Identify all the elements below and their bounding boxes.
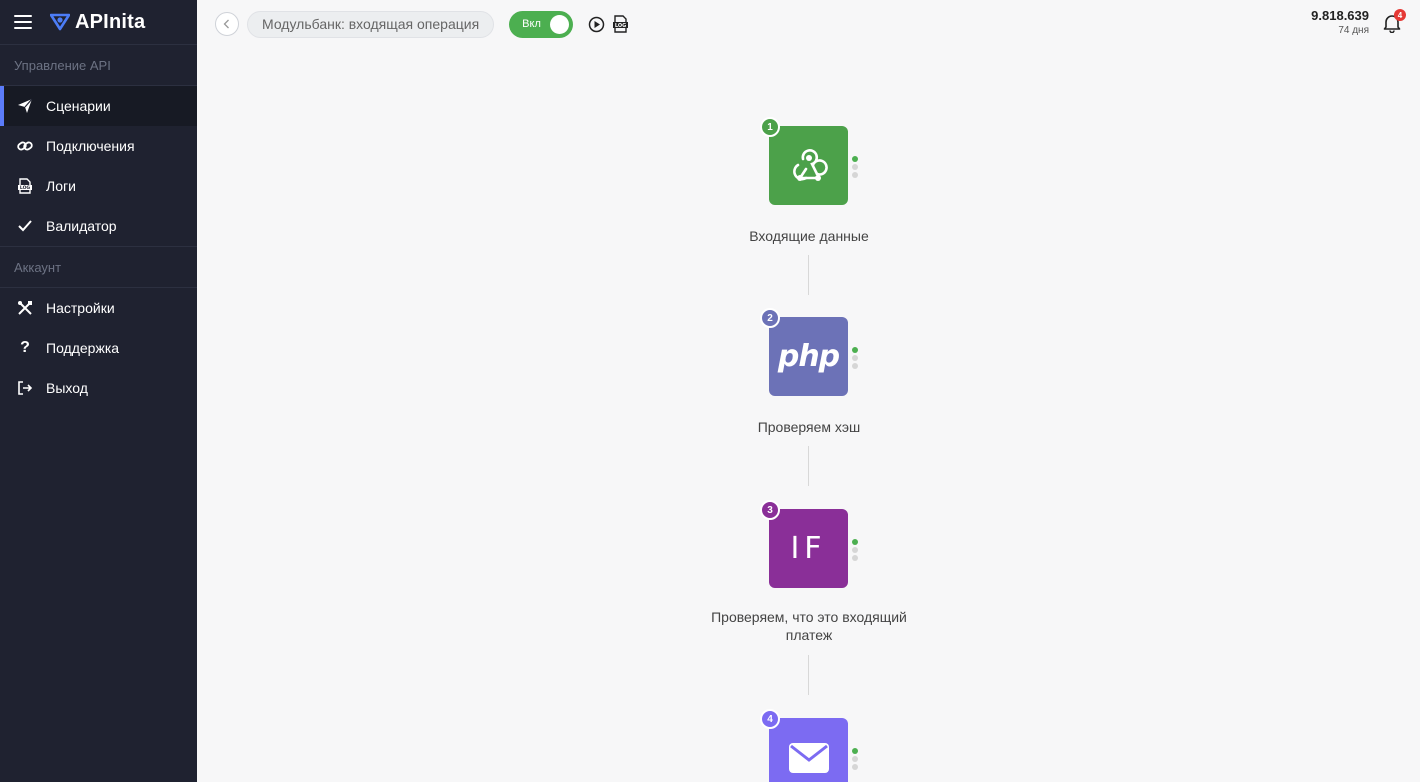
connector — [808, 655, 809, 695]
notifications-button[interactable]: 4 — [1382, 9, 1406, 34]
sidebar-item-support[interactable]: ? Поддержка — [0, 328, 197, 368]
flow-node-webhook[interactable]: 1 — [760, 117, 858, 205]
check-icon — [16, 217, 34, 235]
flow-node-php[interactable]: 2 php — [760, 308, 858, 396]
sidebar-section-api: Управление API — [14, 57, 111, 73]
sidebar-header: APInita — [0, 0, 197, 45]
sidebar: APInita Управление API Сценарии Подключе… — [0, 0, 197, 782]
chevron-left-icon — [223, 19, 229, 29]
scenario-canvas: 1 Входящие данные 2 php Проверяем хэш 3 … — [197, 48, 1420, 782]
menu-icon[interactable] — [14, 15, 32, 29]
apinita-logo-icon — [50, 13, 70, 31]
node-status-dots — [852, 347, 858, 369]
node-label: Проверяем хэш — [757, 419, 861, 435]
sidebar-item-scenarios[interactable]: Сценарии — [0, 86, 197, 126]
sidebar-item-settings[interactable]: Настройки — [0, 288, 197, 328]
sidebar-item-logs[interactable]: LOG Логи — [0, 166, 197, 206]
node-status-dots — [852, 748, 858, 770]
notification-badge: 4 — [1394, 9, 1406, 21]
sidebar-item-label: Выход — [46, 380, 88, 396]
connector — [808, 255, 809, 295]
if-icon: IF — [790, 531, 827, 566]
sidebar-item-logout[interactable]: Выход — [0, 368, 197, 408]
send-icon — [16, 97, 34, 115]
sidebar-item-validator[interactable]: Валидатор — [0, 206, 197, 246]
node-number: 2 — [760, 308, 780, 328]
app-name: APInita — [75, 10, 146, 33]
webhook-icon — [792, 148, 828, 181]
sidebar-item-label: Сценарии — [46, 98, 111, 114]
toggle-label: Вкл — [522, 17, 541, 30]
scenario-name-input[interactable]: Модульбанк: входящая операция — [247, 10, 495, 38]
sidebar-item-label: Логи — [46, 178, 76, 194]
topbar: Модульбанк: входящая операция Вкл LOG 9.… — [197, 0, 1420, 48]
flow-node-if[interactable]: 3 IF — [760, 500, 858, 588]
toggle-knob — [550, 14, 570, 34]
node-number: 4 — [760, 709, 780, 729]
svg-text:LOG: LOG — [20, 185, 31, 191]
flow-node-email[interactable]: 4 — [760, 709, 858, 782]
logout-icon — [16, 379, 34, 397]
connector — [808, 446, 809, 486]
envelope-icon — [788, 742, 829, 773]
node-label: Проверяем, что это входящий платеж — [711, 609, 907, 643]
days-left: 74 дня — [1338, 25, 1369, 36]
sidebar-section-account: Аккаунт — [14, 259, 62, 275]
sidebar-item-connections[interactable]: Подключения — [0, 126, 197, 166]
node-status-dots — [852, 539, 858, 561]
back-button[interactable] — [215, 12, 239, 36]
scenario-toggle[interactable]: Вкл — [509, 10, 574, 38]
node-number: 3 — [760, 500, 780, 520]
sidebar-item-label: Настройки — [46, 300, 115, 316]
sidebar-item-label: Подключения — [46, 138, 135, 154]
node-label: Входящие данные — [749, 228, 869, 244]
question-icon: ? — [20, 339, 30, 356]
run-icon[interactable] — [587, 15, 605, 33]
logo[interactable]: APInita — [50, 11, 145, 34]
tools-icon — [16, 299, 34, 317]
sidebar-item-label: Валидатор — [46, 218, 117, 234]
log-icon[interactable]: LOG — [611, 15, 629, 33]
balance: 9.818.639 74 дня — [1311, 8, 1369, 36]
svg-text:LOG: LOG — [614, 23, 625, 29]
php-icon: php — [777, 339, 840, 374]
sidebar-item-label: Поддержка — [46, 340, 120, 356]
balance-value: 9.818.639 — [1311, 8, 1369, 23]
link-icon — [16, 137, 34, 155]
node-number: 1 — [760, 117, 780, 137]
log-file-icon: LOG — [16, 177, 34, 195]
node-status-dots — [852, 156, 858, 178]
